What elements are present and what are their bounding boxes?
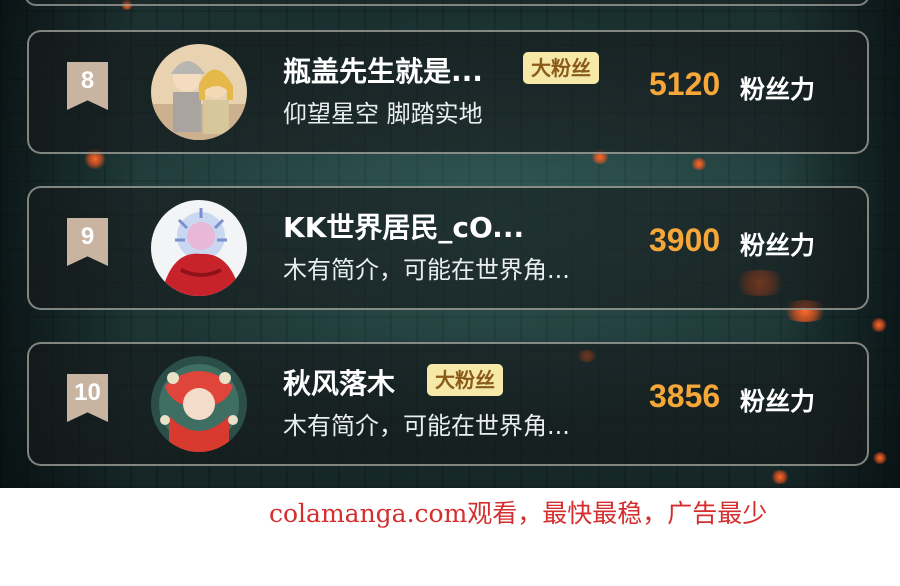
fan-power-unit: 粉丝力	[740, 75, 816, 104]
avatar[interactable]	[151, 44, 247, 140]
ember-particle	[872, 452, 888, 464]
avatar[interactable]	[151, 200, 247, 296]
leaderboard-row[interactable]: 10 秋风落木 大粉丝 木有简介，可能在世界角... 3856 粉丝力	[27, 342, 869, 466]
leaderboard-row[interactable]: 8 瓶盖先生就是... 大粉丝 仰望星空 脚踏实地 5120 粉丝力	[27, 30, 869, 154]
leaderboard-row[interactable]: 9 KK世界居民_cO... 木有简介，可能在世界角... 3900 粉丝力	[27, 186, 869, 310]
fan-power-unit: 粉丝力	[740, 387, 816, 416]
fan-power-score: 3856	[649, 378, 721, 414]
ember-particle	[690, 158, 708, 170]
watermark-text: colamanga.com观看，最快最稳，广告最少	[269, 499, 768, 528]
big-fan-badge: 大粉丝	[523, 52, 599, 84]
fan-power-unit: 粉丝力	[740, 231, 816, 260]
user-bio: 仰望星空 脚踏实地	[283, 100, 483, 128]
rank-ribbon: 9	[67, 218, 108, 266]
previous-row-edge	[24, 0, 870, 6]
avatar[interactable]	[151, 356, 247, 452]
user-name[interactable]: 秋风落木	[283, 362, 395, 402]
rank-ribbon: 10	[67, 374, 108, 422]
user-bio: 木有简介，可能在世界角...	[283, 412, 570, 440]
user-bio: 木有简介，可能在世界角...	[283, 256, 570, 284]
background-scene: 8 瓶盖先生就是... 大粉丝 仰望星空 脚踏实地 5120 粉丝力 9 KK世…	[0, 0, 900, 488]
fan-power-score: 5120	[649, 66, 721, 102]
user-name[interactable]: 瓶盖先生就是...	[283, 50, 483, 90]
ember-particle	[870, 318, 888, 332]
big-fan-badge: 大粉丝	[427, 364, 503, 396]
fan-power-score: 3900	[649, 222, 721, 258]
user-name[interactable]: KK世界居民_cO...	[283, 206, 524, 246]
rank-ribbon: 8	[67, 62, 108, 110]
ember-particle	[770, 470, 790, 484]
